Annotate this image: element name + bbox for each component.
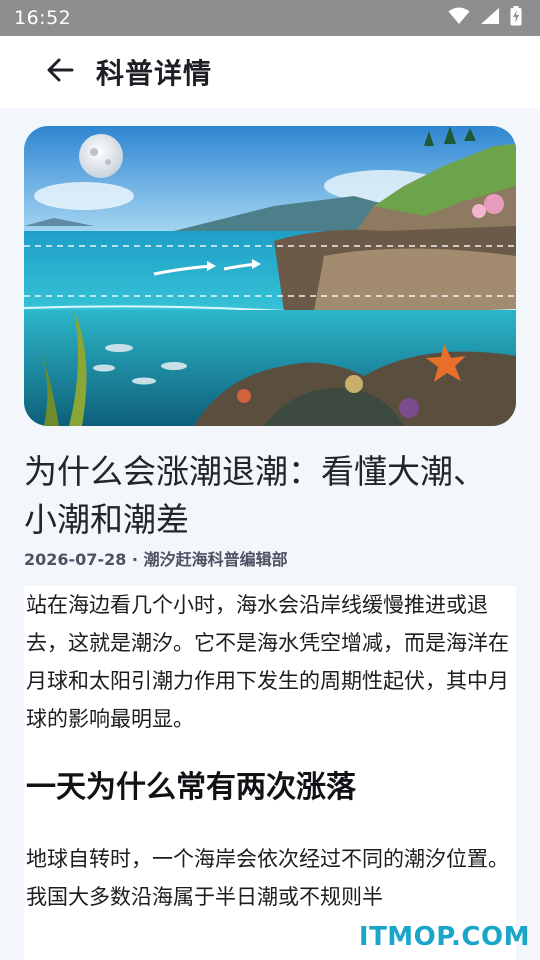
battery-charging-icon [510, 6, 522, 30]
article-meta: 2026-07-28 · 潮汐赶海科普编辑部 [24, 550, 288, 569]
status-time: 16:52 [14, 7, 72, 29]
article-title: 为什么会涨潮退潮：看懂大潮、小潮和潮差 [24, 452, 486, 539]
status-icons [448, 6, 522, 30]
app-bar: 科普详情 [0, 36, 540, 108]
arrow-left-icon [46, 56, 74, 88]
article-paragraph: 站在海边看几个小时，海水会沿岸线缓慢推进或退去，这就是潮汐。它不是海水凭空增减，… [26, 593, 509, 731]
page-title: 科普详情 [96, 57, 213, 90]
section-heading: 一天为什么常有两次涨落 [26, 770, 356, 805]
watermark-logo: ITMOP.COM [358, 922, 530, 952]
article-scroll-view[interactable]: 为什么会涨潮退潮：看懂大潮、小潮和潮差 2026-07-28 · 潮汐赶海科普编… [0, 108, 540, 960]
status-bar: 16:52 [0, 0, 540, 36]
back-button[interactable] [36, 48, 84, 96]
wifi-icon [448, 7, 470, 29]
hero-image [24, 126, 516, 426]
article-paragraph: 地球自转时，一个海岸会依次经过不同的潮汐位置。我国大多数沿海属于半日潮或不规则半 [26, 847, 509, 909]
article-body: 站在海边看几个小时，海水会沿岸线缓慢推进或退去，这就是潮汐。它不是海水凭空增减，… [24, 586, 516, 960]
signal-icon [480, 7, 500, 29]
